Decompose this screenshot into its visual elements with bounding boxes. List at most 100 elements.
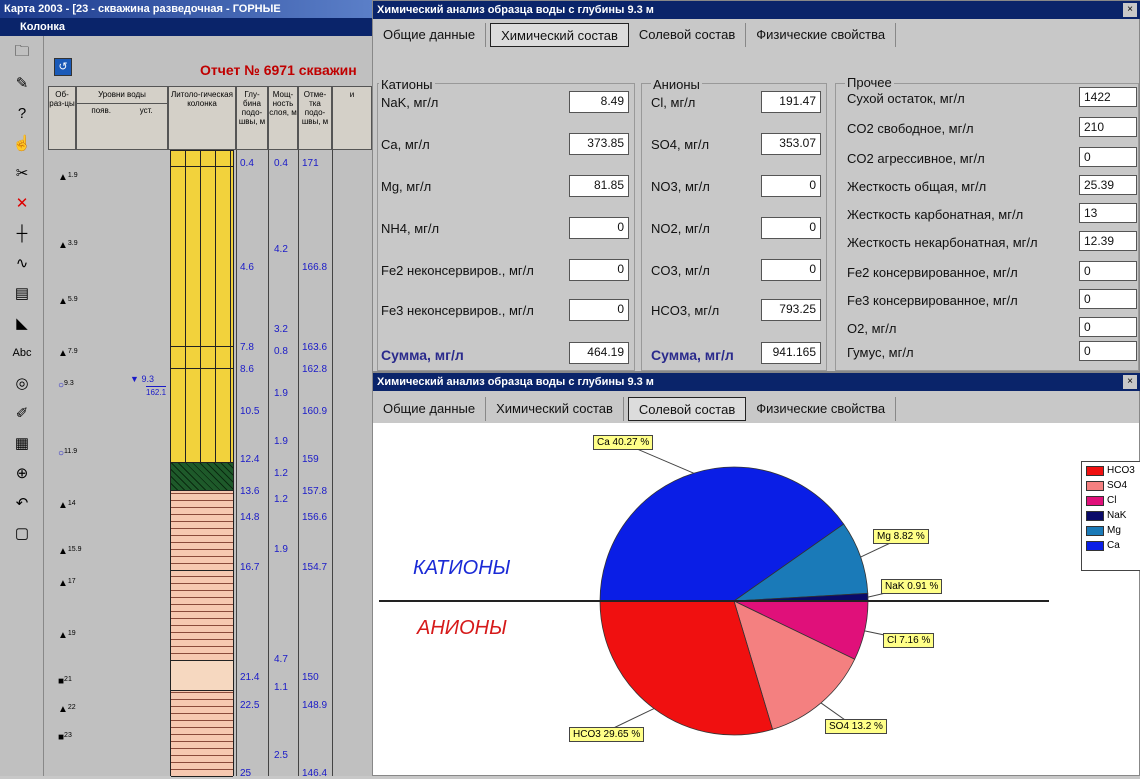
brush-icon[interactable]: ✐ (6, 400, 38, 426)
sample-marker: ■23 (58, 732, 72, 743)
other-row-field[interactable]: 0 (1079, 341, 1137, 361)
subwindow-title-bar: Колонка (0, 18, 372, 36)
depth-cell: 1.1 (274, 682, 288, 693)
text-abc-icon[interactable]: Abc (6, 340, 38, 366)
scissors-icon[interactable]: ✂ (6, 160, 38, 186)
cations-row-field[interactable]: 373.85 (569, 133, 629, 155)
litho-layer (171, 463, 233, 491)
tab-chemical[interactable]: Химический состав (486, 397, 624, 421)
depth-cell: 0.8 (274, 346, 288, 357)
cations-row-field[interactable]: 0 (569, 217, 629, 239)
cations-row-field[interactable]: 0 (569, 259, 629, 281)
anions-row-field[interactable]: 0 (761, 259, 821, 281)
close-icon[interactable]: × (1123, 375, 1137, 389)
grid-icon[interactable]: ▦ (6, 430, 38, 456)
depth-cell: 14.8 (240, 512, 260, 523)
pie-chart (379, 442, 1049, 736)
tab-salt[interactable]: Солевой состав (629, 23, 747, 47)
sample-marker-value: 11.9 (64, 448, 78, 455)
question-pencil-icon[interactable]: ? (6, 100, 38, 126)
sample-marker-icon: ▲ (58, 240, 68, 251)
report-title: Отчет № 6971 скважин (200, 62, 357, 78)
depth-cell: 0.4 (240, 158, 254, 169)
plus-icon[interactable]: ┼ (6, 220, 38, 246)
curve-icon[interactable]: ∿ (6, 250, 38, 276)
slice-label-Cl: Cl 7.16 % (883, 633, 935, 648)
other-row-field[interactable]: 25.39 (1079, 175, 1137, 195)
grid-line (236, 150, 237, 776)
cations-row-field[interactable]: 8.49 (569, 91, 629, 113)
anions-row-field[interactable]: 0 (761, 175, 821, 197)
anions-sum-field[interactable]: 941.165 (761, 342, 821, 364)
chem-tabs: Общие данные Химический состав Солевой с… (373, 21, 897, 49)
slice-label-Ca: Ca 40.27 % (593, 435, 654, 450)
pencil-icon[interactable]: ✎ (6, 70, 38, 96)
anions-sum-label: Сумма, мг/л (651, 347, 734, 363)
anions-row-field[interactable]: 793.25 (761, 299, 821, 321)
other-row-field[interactable]: 0 (1079, 289, 1137, 309)
tab-general[interactable]: Общие данные (373, 23, 487, 47)
slice-label-NaK: NaK 0.91 % (881, 579, 943, 594)
depth-cell: 22.5 (240, 700, 260, 711)
other-row-field[interactable]: 13 (1079, 203, 1137, 223)
close-icon[interactable]: × (1123, 3, 1137, 17)
tab-physical[interactable]: Физические свойства (746, 23, 897, 47)
tab-general[interactable]: Общие данные (373, 397, 487, 421)
depth-cell: 163.6 (302, 342, 328, 353)
litho-layer (171, 151, 233, 167)
other-row-field[interactable]: 0 (1079, 317, 1137, 337)
sample-marker-value: 15.9 (67, 546, 82, 553)
slice-label-SO4: SO4 13.2 % (825, 719, 887, 734)
other-row-field[interactable]: 0 (1079, 261, 1137, 281)
cations-sum-label: Сумма, мг/л (381, 347, 464, 363)
compass-icon[interactable]: ◎ (6, 370, 38, 396)
other-row-field[interactable]: 12.39 (1079, 231, 1137, 251)
cations-row-field[interactable]: 0 (569, 299, 629, 321)
cations-row-field[interactable]: 81.85 (569, 175, 629, 197)
layer-icon[interactable]: ▤ (6, 280, 38, 306)
legend-item-NaK: NaK (1086, 509, 1140, 522)
sample-marker-icon: ▲ (58, 172, 68, 183)
pointer-icon[interactable]: ☝ (6, 130, 38, 156)
other-row-label: Гумус, мг/л (847, 345, 914, 360)
delete-x-icon[interactable]: ✕ (6, 190, 38, 216)
salt-tabs: Общие данные Химический состав Солевой с… (373, 391, 1139, 423)
anions-row-label: NO3, мг/л (651, 179, 710, 194)
grid-line (298, 150, 299, 776)
other-row-field[interactable]: 0 (1079, 147, 1137, 167)
depth-cell: 13.6 (240, 486, 260, 497)
sample-marker-icon: ▲ (58, 296, 68, 307)
sample-marker-value: 9.3 (64, 380, 74, 387)
other-row-field[interactable]: 210 (1079, 117, 1137, 137)
sample-marker: ▲19 (58, 630, 76, 641)
anions-row-label: CO3, мг/л (651, 263, 710, 278)
other-row-label: O2, мг/л (847, 321, 897, 336)
drawing-toolbar: 🗀 ✎? ☝ ✂ ✕ ┼ ∿ ▤ ◣ Abc ◎ ✐ ▦ ⊕ ↶ ▢ (0, 36, 44, 776)
sample-marker-icon: ▲ (58, 348, 68, 359)
depth-cell: 10.5 (240, 406, 260, 417)
anions-row-field[interactable]: 353.07 (761, 133, 821, 155)
cations-row-label: Fe2 неконсервиров., мг/л (381, 263, 534, 278)
sample-marker-value: 17 (67, 578, 76, 585)
cations-sum-field[interactable]: 464.19 (569, 342, 629, 364)
report-icon[interactable]: ↺ (54, 58, 72, 76)
folder-icon[interactable]: 🗀 (6, 40, 38, 66)
depth-cell: 21.4 (240, 672, 260, 683)
fill-icon[interactable]: ◣ (6, 310, 38, 336)
anions-row-field[interactable]: 191.47 (761, 91, 821, 113)
cations-row-label: Fe3 неконсервиров., мг/л (381, 303, 534, 318)
depth-cell: 1.9 (274, 388, 288, 399)
undo-icon[interactable]: ↶ (6, 490, 38, 516)
anions-row-field[interactable]: 0 (761, 217, 821, 239)
tab-physical[interactable]: Физические свойства (746, 397, 897, 421)
other-row-field[interactable]: 1422 (1079, 87, 1137, 107)
window-icon[interactable]: ▢ (6, 520, 38, 546)
sample-marker: ○11.9 (58, 448, 77, 459)
other-row-label: Жесткость некарбонатная, мг/л (847, 235, 1038, 250)
salt-analysis-window: Химический анализ образца воды с глубины… (372, 372, 1140, 776)
cations-label: Катионы (379, 77, 435, 92)
tab-salt[interactable]: Солевой состав (627, 397, 747, 421)
zoom-icon[interactable]: ⊕ (6, 460, 38, 486)
tab-chemical[interactable]: Химический состав (490, 23, 629, 47)
water-level-value: 9.3 (141, 374, 154, 384)
